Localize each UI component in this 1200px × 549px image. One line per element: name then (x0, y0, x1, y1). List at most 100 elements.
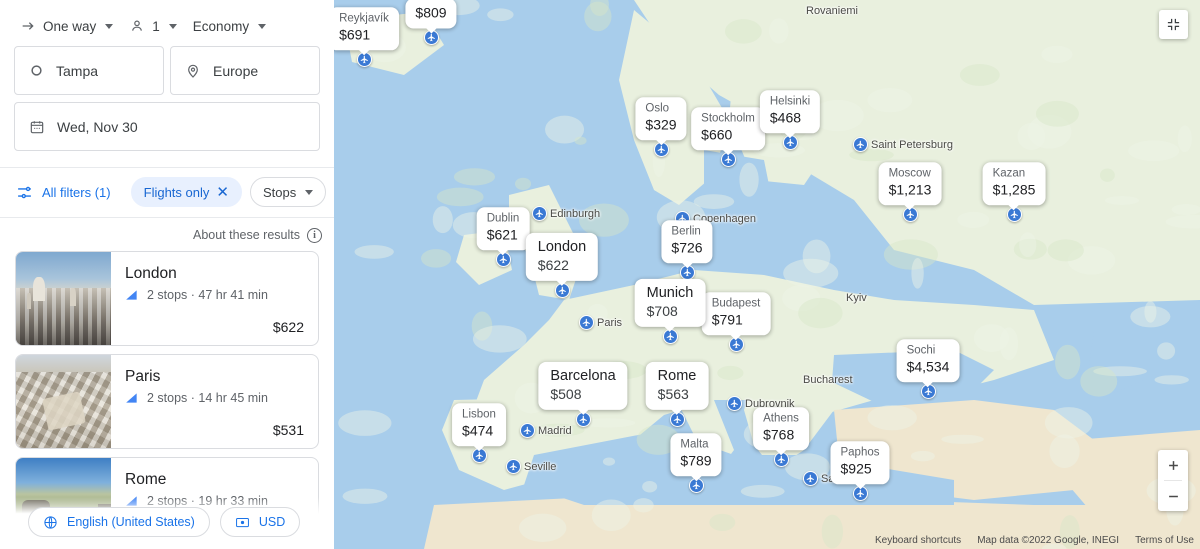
filter-chip-flights-only[interactable]: Flights only ✕ (131, 177, 242, 207)
destination-price: $622 (273, 319, 304, 335)
cabin-class-selector[interactable]: Economy (187, 15, 272, 38)
destination-card-body: London 2 stops · 47 hr 41 min $622 (111, 252, 318, 345)
price-marker-lisbon[interactable]: Lisbon $474 (452, 403, 506, 446)
info-icon[interactable]: i (307, 228, 322, 243)
globe-icon (43, 515, 58, 530)
destination-price: $531 (273, 422, 304, 438)
departure-date-value: Wed, Nov 30 (57, 119, 138, 135)
origin-field[interactable]: Tampa (14, 46, 164, 95)
destination-details: 2 stops · 14 hr 45 min (125, 391, 304, 405)
price-marker-city: Barcelona (550, 368, 615, 385)
close-icon[interactable]: ✕ (216, 185, 229, 200)
price-marker-city: Berlin (671, 225, 702, 238)
price-marker-rome[interactable]: Rome $563 (646, 362, 709, 410)
price-marker-reykjav-k[interactable]: Reykjavík $691 (334, 7, 399, 50)
price-marker-price: $768 (763, 427, 799, 445)
price-marker-malta[interactable]: Malta $789 (670, 433, 721, 476)
filter-icon (16, 184, 33, 201)
price-marker-price: $622 (538, 257, 586, 275)
person-icon (129, 18, 145, 34)
chevron-down-icon (258, 24, 266, 29)
price-marker-price: $726 (671, 240, 702, 258)
price-marker-paphos[interactable]: Paphos $925 (830, 441, 889, 484)
price-marker-oslo[interactable]: Oslo $329 (635, 97, 686, 140)
price-marker-city: Helsinki (770, 95, 810, 108)
about-results-row: About these results i (0, 218, 334, 251)
price-marker-budapest[interactable]: Budapest $791 (702, 292, 771, 335)
map-zoom-controls (1158, 450, 1188, 511)
price-marker-stockholm[interactable]: Stockholm $660 (691, 107, 765, 150)
origin-value: Tampa (56, 63, 98, 79)
price-marker-barcelona[interactable]: Barcelona $508 (538, 362, 627, 410)
destination-thumbnail (16, 355, 111, 449)
calendar-icon (29, 119, 45, 135)
destination-details: 2 stops · 47 hr 41 min (125, 288, 304, 302)
chevron-down-icon (105, 24, 113, 29)
price-marker-price: $789 (680, 453, 711, 471)
price-marker-city: Stockholm (701, 112, 755, 125)
price-marker-city: Munich (647, 285, 694, 302)
price-marker-price: $508 (550, 386, 615, 404)
destination-card-paris[interactable]: Paris 2 stops · 14 hr 45 min $531 (15, 354, 319, 449)
price-marker-berlin[interactable]: Berlin $726 (661, 220, 712, 263)
price-marker-price: $691 (339, 27, 389, 45)
language-button[interactable]: English (United States) (28, 507, 210, 537)
destination-field[interactable]: Europe (170, 46, 320, 95)
flight-search-app: One way 1 Economy Tampa Europe Wed, Nov … (0, 0, 1200, 549)
map-data-credit: Map data ©2022 Google, INEGI (977, 535, 1119, 546)
destination-map[interactable]: Rovaniemi Saint Petersburg Edinburgh Copenh… (334, 0, 1200, 549)
price-marker-city: Reykjavík (339, 12, 389, 25)
chevron-down-icon (169, 24, 177, 29)
price-marker-kazan[interactable]: Kazan $1,285 (983, 162, 1046, 205)
about-results-label[interactable]: About these results (193, 228, 300, 242)
map-attribution: Keyboard shortcuts Map data ©2022 Google… (875, 535, 1194, 546)
terms-of-use-link[interactable]: Terms of Use (1135, 535, 1194, 546)
price-marker-unnamed[interactable]: $809 (405, 0, 456, 28)
keyboard-shortcuts-link[interactable]: Keyboard shortcuts (875, 535, 961, 546)
price-marker-sochi[interactable]: Sochi $4,534 (897, 339, 960, 382)
price-marker-price: $791 (712, 312, 761, 330)
map-tiles (334, 0, 1200, 549)
destination-city: Rome (125, 470, 304, 489)
language-label: English (United States) (67, 515, 195, 529)
price-marker-price: $468 (770, 110, 810, 128)
currency-label: USD (259, 515, 285, 529)
all-filters-label: All filters (1) (42, 185, 111, 200)
all-filters-button[interactable]: All filters (1) (14, 177, 123, 207)
exit-fullscreen-button[interactable] (1159, 10, 1188, 39)
filter-chip-label: Stops (263, 185, 296, 200)
filter-chips-row: All filters (1) Flights only ✕ Stops P (0, 168, 334, 217)
footer-settings-row: English (United States) USD (0, 497, 334, 549)
destination-city: Paris (125, 367, 304, 386)
flight-trend-icon (125, 289, 139, 301)
filter-chip-label: Flights only (144, 185, 210, 200)
price-marker-city: Sochi (907, 344, 950, 357)
price-marker-price: $621 (487, 227, 520, 245)
price-marker-moscow[interactable]: Moscow $1,213 (879, 162, 942, 205)
search-results-panel: One way 1 Economy Tampa Europe Wed, Nov … (0, 0, 334, 549)
filter-chip-stops[interactable]: Stops (250, 177, 326, 207)
circle-icon (29, 63, 44, 78)
price-marker-price: $474 (462, 423, 496, 441)
destination-card-london[interactable]: London 2 stops · 47 hr 41 min $622 (15, 251, 319, 346)
price-marker-price: $925 (840, 461, 879, 479)
destination-value: Europe (213, 63, 258, 79)
price-marker-dublin[interactable]: Dublin $621 (477, 207, 530, 250)
zoom-in-button[interactable] (1158, 450, 1188, 480)
price-marker-city: Dublin (487, 212, 520, 225)
departure-date-field[interactable]: Wed, Nov 30 (14, 102, 320, 151)
price-marker-city: Moscow (889, 167, 932, 180)
flight-trend-icon (125, 392, 139, 404)
price-marker-price: $1,213 (889, 182, 932, 200)
price-marker-city: Malta (680, 438, 711, 451)
currency-button[interactable]: USD (220, 507, 300, 537)
price-marker-athens[interactable]: Athens $768 (753, 407, 809, 450)
price-marker-city: Budapest (712, 297, 761, 310)
destination-stops-duration: 2 stops · 14 hr 45 min (147, 391, 268, 405)
passenger-selector[interactable]: 1 (123, 14, 183, 38)
price-marker-london[interactable]: London $622 (526, 233, 598, 281)
trip-type-selector[interactable]: One way (14, 14, 119, 38)
price-marker-helsinki[interactable]: Helsinki $468 (760, 90, 820, 133)
zoom-out-button[interactable] (1158, 481, 1188, 511)
price-marker-munich[interactable]: Munich $708 (635, 279, 706, 327)
